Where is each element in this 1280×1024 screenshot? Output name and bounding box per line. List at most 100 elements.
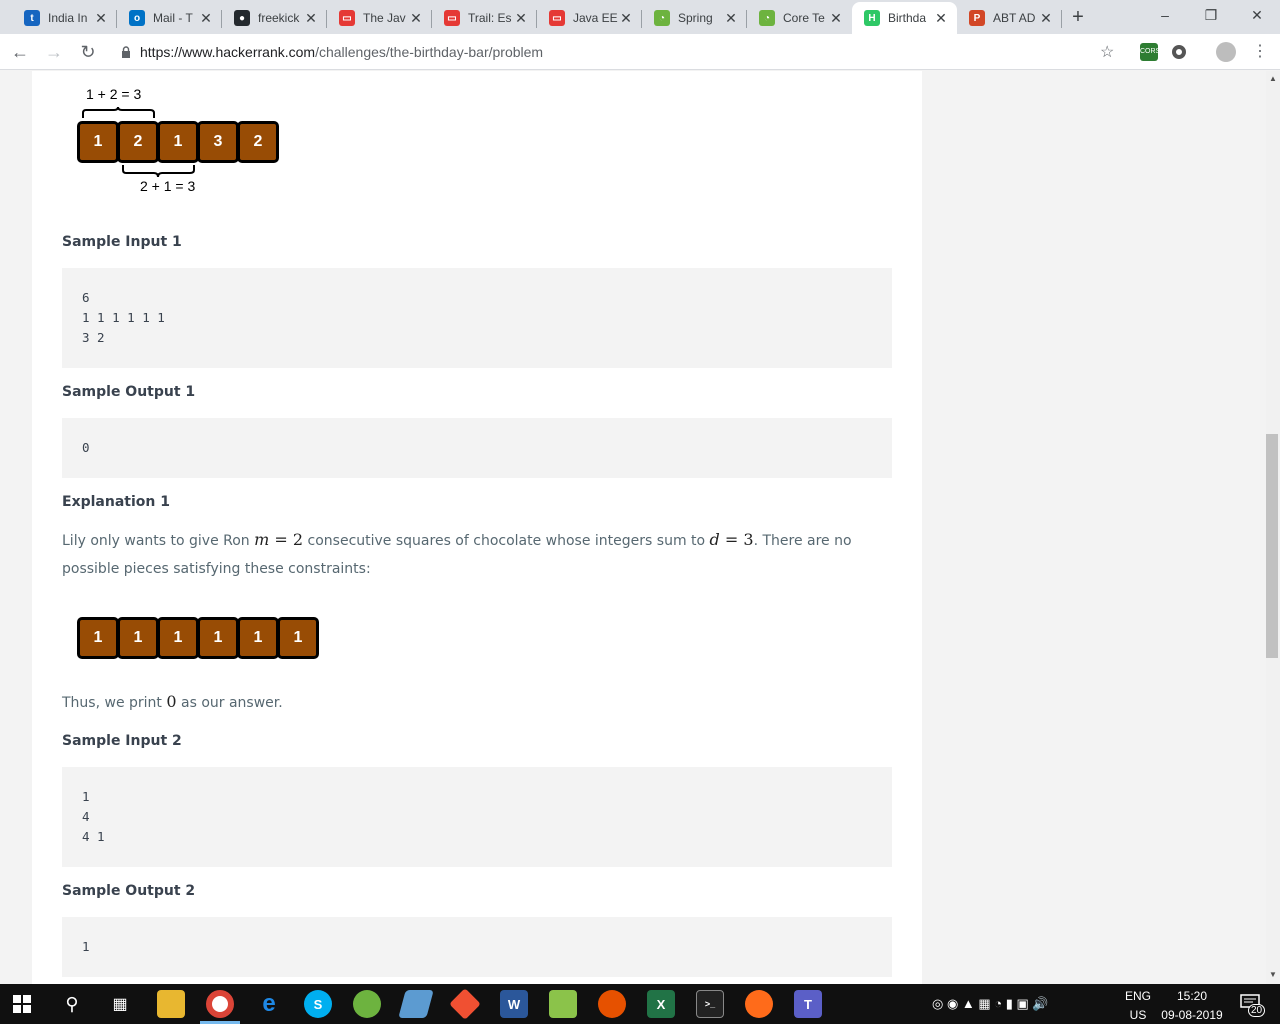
task-view-icon[interactable]: ▦ (106, 990, 134, 1018)
lock-icon (122, 46, 130, 58)
tab-favicon-icon: ◔ (654, 10, 670, 26)
internet-explorer-icon[interactable]: e (255, 990, 283, 1018)
chocolate-square: 2 (237, 121, 279, 163)
sample-output-2-heading: Sample Output 2 (62, 883, 196, 899)
scrollbar-thumb[interactable] (1266, 434, 1278, 658)
chart-app-icon[interactable] (549, 990, 577, 1018)
chocolate-square: 2 (117, 121, 159, 163)
bottom-brace-icon (122, 165, 195, 178)
browser-tab[interactable]: P ABT AD ✕ (957, 2, 1062, 34)
tab-close-icon[interactable]: ✕ (303, 10, 319, 27)
notepad-icon[interactable] (398, 990, 434, 1018)
word-icon[interactable]: W (500, 990, 528, 1018)
tab-favicon-icon: P (969, 10, 985, 26)
sample-output-1-code: 0 (62, 418, 892, 478)
chocolate-square: 1 (237, 617, 279, 659)
browser-tab[interactable]: o Mail - T ✕ (117, 2, 222, 34)
menu-kebab-icon[interactable]: ⋮ (1248, 40, 1272, 64)
tab-favicon-icon: ▭ (444, 10, 460, 26)
clock[interactable]: 15:20 09-08-2019 (1158, 989, 1226, 1022)
browser-tab[interactable]: ● freekick ✕ (222, 2, 327, 34)
browser-tab[interactable]: ◔ Core Te ✕ (747, 2, 852, 34)
tab-close-icon[interactable]: ✕ (198, 10, 214, 27)
browser-tab[interactable]: ▭ Java EE ✕ (537, 2, 642, 34)
notification-center-icon[interactable]: 20 (1238, 994, 1266, 1017)
browser-tab[interactable]: ▭ The Jav ✕ (327, 2, 432, 34)
tab-close-icon[interactable]: ✕ (513, 10, 529, 27)
sample-input-1-code: 6 1 1 1 1 1 1 3 2 (62, 268, 892, 368)
tab-favicon-icon: ▭ (549, 10, 565, 26)
teams-icon[interactable]: T (794, 990, 822, 1018)
tab-close-icon[interactable]: ✕ (828, 10, 844, 27)
tab-title: Birthda (888, 11, 927, 25)
terminal-icon[interactable]: >_ (696, 990, 724, 1018)
clock-time: 15:20 (1176, 989, 1208, 1003)
browser-tab[interactable]: t India In ✕ (12, 2, 117, 34)
tab-favicon-icon: ● (234, 10, 250, 26)
top-brace-icon (82, 106, 155, 118)
tab-close-icon[interactable]: ✕ (1038, 10, 1054, 27)
chocolate-square: 1 (277, 617, 319, 659)
browser-tab[interactable]: ◔ Spring ✕ (642, 2, 747, 34)
tray-icons[interactable]: ◎ ◉ ▲ ▦ ◔ ▮ ▣ 🔊 (932, 996, 1049, 1012)
skype-icon[interactable]: S (304, 990, 332, 1018)
chocolate-square: 1 (197, 617, 239, 659)
tab-title: Java EE (573, 11, 618, 25)
postman-orange-icon[interactable] (745, 990, 773, 1018)
tab-title: The Jav (363, 11, 406, 25)
region-code: US (1129, 1008, 1147, 1022)
minimize-button[interactable]: – (1142, 0, 1188, 30)
browser-tab[interactable]: H Birthda ✕ (852, 2, 957, 34)
explanation-1-text: Lily only wants to give Ron m = 2 consec… (62, 530, 852, 577)
search-icon[interactable]: ⚲ (58, 990, 86, 1018)
tab-close-icon[interactable]: ✕ (723, 10, 739, 27)
address-bar[interactable]: https://www.hackerrank.com/challenges/th… (108, 38, 1128, 66)
language-indicator[interactable]: ENG US (1122, 989, 1154, 1022)
close-window-button[interactable]: ✕ (1234, 0, 1280, 30)
tab-title: freekick (258, 11, 300, 25)
postman-icon[interactable] (598, 990, 626, 1018)
tab-title: Spring (678, 11, 713, 25)
chocolate-square: 1 (157, 121, 199, 163)
file-explorer-icon[interactable] (157, 990, 185, 1018)
restore-button[interactable]: ❐ (1188, 0, 1234, 30)
excel-icon[interactable]: X (647, 990, 675, 1018)
profile-avatar-icon[interactable] (1216, 42, 1236, 62)
url-text: https://www.hackerrank.com/challenges/th… (140, 44, 544, 60)
sample-output-2-code: 1 (62, 917, 892, 977)
sample-input-2-heading: Sample Input 2 (62, 733, 182, 749)
chocolate-square: 1 (157, 617, 199, 659)
tab-title: India In (48, 11, 88, 25)
back-icon[interactable]: ← (8, 40, 32, 64)
bookmark-star-icon[interactable]: ☆ (1100, 42, 1114, 62)
chocolate-square: 1 (77, 617, 119, 659)
chocolate-square: 3 (197, 121, 239, 163)
tab-close-icon[interactable]: ✕ (618, 10, 634, 27)
tab-title: ABT AD (993, 11, 1036, 25)
spring-tool-icon[interactable] (353, 990, 381, 1018)
tab-close-icon[interactable]: ✕ (93, 10, 109, 27)
tab-favicon-icon: ▭ (339, 10, 355, 26)
reload-icon[interactable]: ↻ (76, 40, 100, 64)
diagram-top-label: 1 + 2 = 3 (86, 86, 142, 102)
git-icon[interactable] (449, 988, 481, 1020)
chrome-icon[interactable] (206, 990, 234, 1018)
cors-extension-icon[interactable]: CORS (1140, 43, 1160, 61)
tab-close-icon[interactable]: ✕ (933, 10, 949, 27)
browser-tab[interactable]: ▭ Trail: Es ✕ (432, 2, 537, 34)
forward-icon[interactable]: → (42, 40, 66, 64)
tab-favicon-icon: H (864, 10, 880, 26)
tab-close-icon[interactable]: ✕ (408, 10, 424, 27)
tab-title: Mail - T (153, 11, 193, 25)
new-tab-button[interactable]: + (1066, 5, 1090, 29)
tab-title: Trail: Es (468, 11, 512, 25)
scroll-down-arrow-icon[interactable]: ▼ (1266, 968, 1280, 982)
tab-strip: t India In ✕ o Mail - T ✕ ● freekick ✕ ▭ The Jav ✕ ▭… (0, 0, 1280, 34)
windows-start-icon[interactable] (8, 990, 36, 1018)
tab-favicon-icon: ◔ (759, 10, 775, 26)
notification-count: 20 (1248, 1004, 1266, 1017)
scroll-up-arrow-icon[interactable]: ▲ (1266, 72, 1280, 86)
extension-circle-icon[interactable] (1172, 45, 1186, 59)
tab-favicon-icon: t (24, 10, 40, 26)
sample-input-2-code: 1 4 4 1 (62, 767, 892, 867)
